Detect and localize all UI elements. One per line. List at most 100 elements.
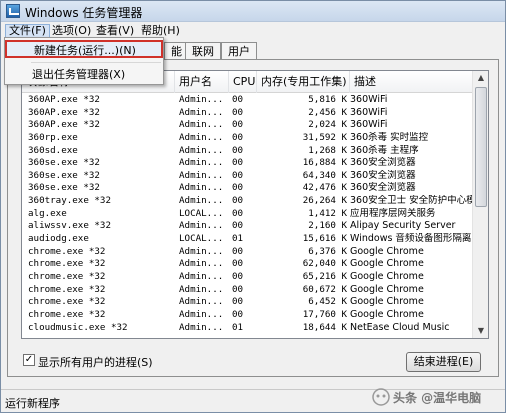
- column-memory[interactable]: 内存(专用工作集): [257, 71, 350, 93]
- process-description: 360安全浏览器: [350, 169, 416, 181]
- process-description: Alipay Security Server: [350, 220, 456, 232]
- process-name: audiodg.exe: [28, 233, 89, 245]
- process-row[interactable]: chrome.exe *32 Admin... 00 60,672 K Google C…: [22, 284, 473, 297]
- process-row[interactable]: chrome.exe *32 Admin... 00 17,760 K Google C…: [22, 309, 473, 322]
- process-description: NetEase Cloud Music: [350, 321, 450, 333]
- process-memory: 5,816 K: [308, 94, 347, 105]
- process-user: Admin...: [179, 270, 224, 282]
- tab-users[interactable]: 用户: [221, 42, 257, 60]
- process-cpu: 00: [232, 182, 244, 194]
- process-row[interactable]: 360se.exe *32 Admin... 00 64,340 K 360安全浏览器: [22, 170, 473, 183]
- menu-separator: [31, 62, 161, 63]
- process-name: 360se.exe *32: [28, 157, 100, 169]
- process-row[interactable]: chrome.exe *32 Admin... 00 6,452 K Google Ch…: [22, 296, 473, 309]
- process-user: Admin...: [179, 169, 224, 181]
- process-user: Admin...: [179, 131, 224, 143]
- process-name: 360sd.exe: [28, 144, 78, 156]
- process-row[interactable]: 360sd.exe Admin... 00 1,268 K 360杀毒 主程序: [22, 145, 473, 158]
- process-description: 360杀毒 主程序: [350, 144, 419, 156]
- process-row[interactable]: 360tray.exe *32 Admin... 00 26,264 K 360安全卫士…: [22, 195, 474, 208]
- process-description: Google Chrome: [350, 245, 424, 257]
- process-row[interactable]: 360rp.exe Admin... 00 31,592 K 360杀毒 实时监控: [22, 132, 473, 145]
- process-name: aliwssv.exe *32: [28, 220, 111, 232]
- scroll-up-arrow-icon[interactable]: ▲: [474, 71, 488, 85]
- process-user: Admin...: [179, 245, 224, 257]
- column-description[interactable]: 描述: [350, 71, 473, 93]
- process-memory: 17,760 K: [302, 308, 347, 320]
- process-list[interactable]: 映像名称 用户名 CPU 内存(专用工作集) 描述 360AP.exe *32A…: [21, 70, 489, 339]
- process-description: 应用程序层网关服务: [350, 207, 436, 219]
- process-user: Admin...: [179, 195, 224, 207]
- process-description: 360安全浏览器: [350, 182, 416, 194]
- process-row[interactable]: 360AP.exe *32 Admin... 00 2,456 K 360WiFi: [22, 107, 473, 120]
- process-user: Admin...: [179, 308, 224, 320]
- process-memory: 6,376 K: [308, 245, 347, 257]
- show-all-users-checkbox[interactable]: ✓: [23, 354, 35, 366]
- status-text: 运行新程序: [5, 397, 60, 410]
- window-title: Windows 任务管理器: [25, 6, 143, 20]
- menu-exit[interactable]: 退出任务管理器(X): [5, 66, 163, 84]
- menu-new-task[interactable]: 新建任务(运行...)(N): [5, 40, 163, 58]
- process-user: Admin...: [179, 258, 224, 270]
- process-name: cloudmusic.exe *32: [28, 321, 128, 333]
- column-cpu[interactable]: CPU: [229, 71, 257, 93]
- process-row[interactable]: 360AP.exe *32 Admin... 00 5,816 K 360WiFi: [22, 94, 473, 107]
- process-memory: 15,616 K: [302, 233, 347, 245]
- tab-networking[interactable]: 联网: [185, 42, 221, 60]
- process-description: 360杀毒 实时监控: [350, 131, 429, 143]
- show-all-users-label: 显示所有用户的进程(S): [38, 356, 153, 369]
- process-row[interactable]: alg.exe LOCAL... 00 1,412 K 应用程序层网关服务: [22, 208, 473, 221]
- process-memory: 16,884 K: [302, 157, 347, 169]
- process-user: Admin...: [179, 94, 224, 105]
- process-name: 360rp.exe: [28, 131, 78, 143]
- process-description: 360WiFi: [350, 119, 388, 131]
- process-row[interactable]: 360se.exe *32 Admin... 00 16,884 K 360安全浏览器: [22, 157, 473, 170]
- process-cpu: 00: [232, 169, 244, 181]
- watermark-text: 头条 @温华电脑: [393, 391, 482, 405]
- column-user[interactable]: 用户名: [175, 71, 229, 93]
- process-memory: 2,456 K: [308, 106, 347, 118]
- process-name: 360tray.exe *32: [28, 195, 111, 207]
- process-cpu: 00: [232, 220, 244, 232]
- process-row[interactable]: audiodg.exe LOCAL... 01 15,616 K Windows 音频设…: [22, 233, 473, 246]
- process-name: chrome.exe *32: [28, 258, 106, 270]
- process-user: Admin...: [179, 182, 224, 194]
- task-manager-icon: [6, 4, 20, 18]
- process-name: 360AP.exe *32: [28, 94, 100, 105]
- process-cpu: 01: [232, 321, 244, 333]
- process-memory: 6,452 K: [308, 296, 347, 308]
- task-manager-window: Windows 任务管理器 文件(F) 选项(O) 查看(V) 帮助(H) 能 …: [0, 0, 506, 413]
- process-description: Google Chrome: [350, 296, 424, 308]
- process-row[interactable]: aliwssv.exe *32 Admin... 00 2,160 K Alipay S…: [22, 220, 473, 233]
- process-memory: 42,476 K: [302, 182, 347, 194]
- process-memory: 65,216 K: [302, 270, 347, 282]
- scroll-down-arrow-icon[interactable]: ▼: [474, 324, 488, 338]
- end-process-button[interactable]: 结束进程(E): [406, 352, 481, 372]
- process-name: chrome.exe *32: [28, 308, 106, 320]
- process-cpu: 00: [232, 106, 244, 118]
- title-bar[interactable]: Windows 任务管理器: [1, 1, 505, 22]
- process-cpu: 00: [232, 283, 244, 295]
- process-user: Admin...: [179, 106, 224, 118]
- process-cpu: 00: [232, 296, 244, 308]
- process-row[interactable]: chrome.exe *32 Admin... 00 65,216 K Google C…: [22, 271, 473, 284]
- file-menu-dropdown: 新建任务(运行...)(N) 退出任务管理器(X): [4, 37, 164, 85]
- process-description: Google Chrome: [350, 308, 424, 320]
- scroll-thumb[interactable]: [475, 87, 487, 207]
- process-memory: 64,340 K: [302, 169, 347, 181]
- process-row[interactable]: 360se.exe *32 Admin... 00 42,476 K 360安全浏览器: [22, 182, 473, 195]
- vertical-scrollbar[interactable]: ▲ ▼: [472, 71, 488, 338]
- process-user: LOCAL...: [179, 207, 224, 219]
- process-name: 360se.exe *32: [28, 169, 100, 181]
- process-memory: 1,268 K: [308, 144, 347, 156]
- process-name: alg.exe: [28, 207, 67, 219]
- process-row[interactable]: cloudmusic.exe *32 Admin... 01 18,644 K NetE…: [22, 322, 473, 335]
- process-row[interactable]: 360AP.exe *32 Admin... 00 2,024 K 360WiFi: [22, 119, 473, 132]
- process-name: chrome.exe *32: [28, 245, 106, 257]
- process-cpu: 00: [232, 270, 244, 282]
- process-cpu: 00: [232, 308, 244, 320]
- process-row[interactable]: chrome.exe *32 Admin... 00 62,040 K Google C…: [22, 258, 473, 271]
- process-memory: 62,040 K: [302, 258, 347, 270]
- process-row[interactable]: chrome.exe *32 Admin... 00 6,376 K Google Ch…: [22, 246, 473, 259]
- process-cpu: 00: [232, 144, 244, 156]
